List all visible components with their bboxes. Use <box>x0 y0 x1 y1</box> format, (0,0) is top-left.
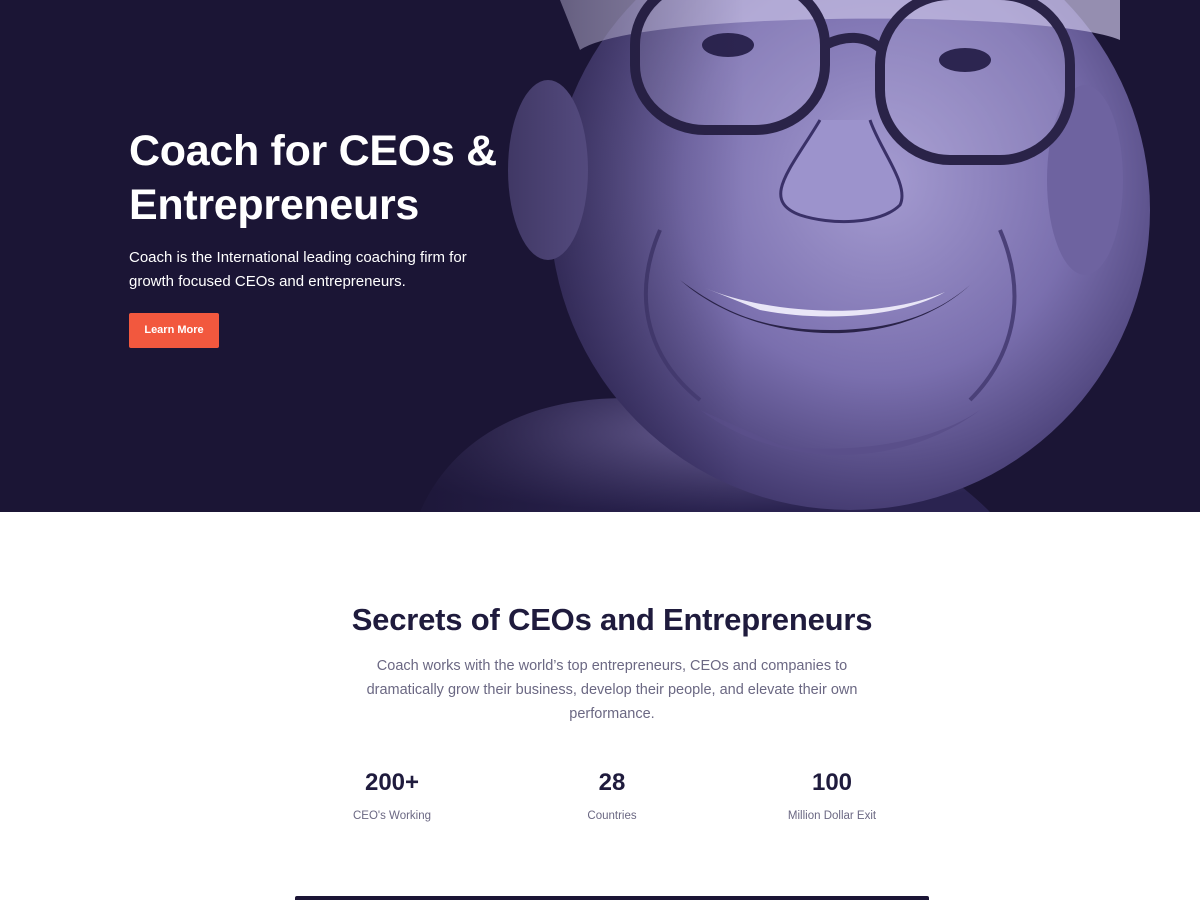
stat-ceos-working: 200+ CEO's Working <box>292 768 492 822</box>
stat-label: CEO's Working <box>352 810 432 822</box>
hero-title: Coach for CEOs & Entrepreneurs <box>129 124 529 232</box>
stat-million-dollar-exit: 100 Million Dollar Exit <box>732 768 932 822</box>
learn-more-button[interactable]: Learn More <box>129 313 219 348</box>
hero-subtitle: Coach is the International leading coach… <box>129 249 467 290</box>
stat-value: 28 <box>598 769 626 796</box>
stats-row: 200+ CEO's Working 28 Countries 100 Mill… <box>0 768 1200 828</box>
stat-label: Million Dollar Exit <box>787 810 877 822</box>
secrets-section: Secrets of CEOs and Entrepreneurs Coach … <box>0 512 1200 900</box>
hero-title-line-2: Entrepreneurs <box>129 181 420 229</box>
stat-countries: 28 Countries <box>512 768 712 822</box>
hero-content: Coach for CEOs & Entrepreneurs Coach is … <box>129 124 529 348</box>
stat-value: 200+ <box>364 769 420 796</box>
stat-value: 100 <box>811 769 853 796</box>
section-description: Coach works with the world’s top entrepr… <box>366 658 858 722</box>
video-preview-edge <box>295 896 929 900</box>
hero-title-line-1: Coach for CEOs & <box>129 127 497 175</box>
stat-label: Countries <box>587 810 637 822</box>
section-title: Secrets of CEOs and Entrepreneurs <box>351 602 873 637</box>
hero-section: Coach for CEOs & Entrepreneurs Coach is … <box>0 0 1200 512</box>
